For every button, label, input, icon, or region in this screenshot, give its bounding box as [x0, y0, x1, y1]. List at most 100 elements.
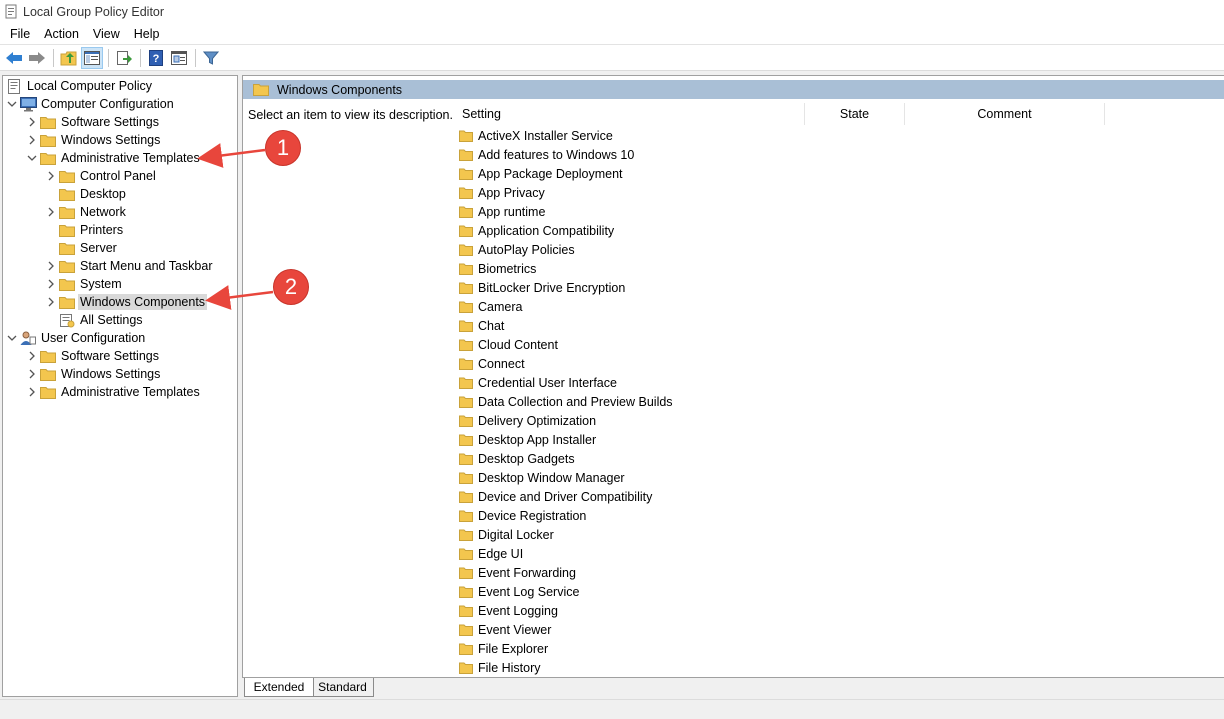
menu-view[interactable]: View — [86, 27, 127, 41]
tree-node-windows-components[interactable]: Windows Components — [44, 293, 208, 311]
chevron-right-icon[interactable] — [25, 133, 39, 147]
folder-icon — [58, 294, 76, 310]
tree-node-control-panel[interactable]: Control Panel — [44, 167, 158, 185]
folder-icon — [459, 567, 473, 579]
tree-node-label: Software Settings — [61, 115, 159, 129]
back-button[interactable] — [3, 47, 25, 69]
tab-extended[interactable]: Extended — [244, 678, 314, 697]
policy-icon — [5, 78, 23, 94]
list-item[interactable]: Credential User Interface — [459, 373, 617, 392]
list-item[interactable]: ActiveX Installer Service — [459, 126, 613, 145]
chevron-right-icon[interactable] — [44, 295, 58, 309]
help-button[interactable]: ? — [145, 47, 167, 69]
chevron-right-icon[interactable] — [25, 115, 39, 129]
list-item[interactable]: Device and Driver Compatibility — [459, 487, 652, 506]
tree-node-all-settings[interactable]: All Settings — [44, 311, 145, 329]
column-header-setting[interactable]: Setting — [461, 103, 805, 125]
chevron-right-icon[interactable] — [44, 277, 58, 291]
list-item[interactable]: Biometrics — [459, 259, 536, 278]
menu-help[interactable]: Help — [127, 27, 167, 41]
menu-file[interactable]: File — [3, 27, 37, 41]
toolbar: ? — [0, 44, 1224, 71]
tree-node-label: Desktop — [80, 187, 126, 201]
list-item[interactable]: Desktop App Installer — [459, 430, 596, 449]
list-item[interactable]: Data Collection and Preview Builds — [459, 392, 673, 411]
list-item[interactable]: Camera — [459, 297, 522, 316]
tree-node-system[interactable]: System — [44, 275, 124, 293]
list-item[interactable]: App Package Deployment — [459, 164, 623, 183]
list-item[interactable]: Connect — [459, 354, 525, 373]
list-item[interactable]: Desktop Window Manager — [459, 468, 625, 487]
list-item[interactable]: App runtime — [459, 202, 545, 221]
tree-node-label: Control Panel — [80, 169, 156, 183]
export-list-icon — [117, 50, 132, 65]
list-item[interactable]: Cloud Content — [459, 335, 558, 354]
list-item-label: Credential User Interface — [478, 375, 617, 390]
list-item[interactable]: Add features to Windows 10 — [459, 145, 634, 164]
tree-node-computer-configuration[interactable]: Computer Configuration — [5, 95, 176, 113]
folder-icon — [459, 662, 473, 674]
folder-icon — [459, 320, 473, 332]
list-item[interactable]: File History — [459, 658, 541, 677]
menu-action[interactable]: Action — [37, 27, 86, 41]
list-item[interactable]: Event Log Service — [459, 582, 579, 601]
chevron-down-icon[interactable] — [5, 97, 19, 111]
show-hide-console-tree-button[interactable] — [81, 46, 103, 69]
list-item[interactable]: Device Registration — [459, 506, 586, 525]
tree-node-server[interactable]: Server — [44, 239, 119, 257]
chevron-placeholder — [44, 313, 58, 327]
tree-node-software-settings[interactable]: Software Settings — [25, 347, 161, 365]
list-item[interactable]: Edge UI — [459, 544, 523, 563]
tree-node-start-menu-and-taskbar[interactable]: Start Menu and Taskbar — [44, 257, 214, 275]
list-item[interactable]: Digital Locker — [459, 525, 554, 544]
list-item-label: App Package Deployment — [478, 166, 623, 181]
list-item[interactable]: App Privacy — [459, 183, 545, 202]
chevron-right-icon[interactable] — [44, 259, 58, 273]
tree-node-desktop[interactable]: Desktop — [44, 185, 128, 203]
folder-icon — [459, 624, 473, 636]
tree-node-administrative-templates[interactable]: Administrative Templates — [25, 149, 202, 167]
list-item[interactable]: Chat — [459, 316, 504, 335]
column-header-state[interactable]: State — [805, 103, 905, 125]
properties-button[interactable] — [168, 47, 190, 69]
tree-node-windows-settings[interactable]: Windows Settings — [25, 365, 162, 383]
chevron-right-icon[interactable] — [44, 169, 58, 183]
list-item[interactable]: Desktop Gadgets — [459, 449, 575, 468]
chevron-down-icon[interactable] — [5, 331, 19, 345]
list-item-label: Data Collection and Preview Builds — [478, 394, 673, 409]
folder-icon — [459, 149, 473, 161]
list-item[interactable]: AutoPlay Policies — [459, 240, 575, 259]
tree-node-printers[interactable]: Printers — [44, 221, 125, 239]
tab-standard[interactable]: Standard — [312, 678, 374, 697]
tree-node-windows-settings[interactable]: Windows Settings — [25, 131, 162, 149]
list-item[interactable]: Event Logging — [459, 601, 558, 620]
chevron-down-icon[interactable] — [25, 151, 39, 165]
filter-button[interactable] — [200, 47, 222, 69]
list-item[interactable]: Event Viewer — [459, 620, 551, 639]
folder-icon — [459, 168, 473, 180]
list-item[interactable]: Event Forwarding — [459, 563, 576, 582]
forward-arrow-icon — [29, 51, 45, 64]
list-item[interactable]: BitLocker Drive Encryption — [459, 278, 625, 297]
tree-node-network[interactable]: Network — [44, 203, 128, 221]
tree-node-software-settings[interactable]: Software Settings — [25, 113, 161, 131]
chevron-right-icon[interactable] — [25, 367, 39, 381]
chevron-placeholder — [44, 187, 58, 201]
annotation-badge-2: 2 — [273, 269, 309, 305]
console-tree[interactable]: Local Computer Policy Computer Configurat… — [2, 75, 238, 697]
list-item[interactable]: Delivery Optimization — [459, 411, 596, 430]
chevron-right-icon[interactable] — [25, 349, 39, 363]
list-item[interactable]: Application Compatibility — [459, 221, 614, 240]
tree-node-administrative-templates[interactable]: Administrative Templates — [25, 383, 202, 401]
up-one-level-button[interactable] — [58, 47, 80, 69]
toolbar-separator — [53, 48, 54, 67]
tree-node-local-computer-policy[interactable]: Local Computer Policy — [5, 77, 154, 95]
column-header-comment[interactable]: Comment — [905, 103, 1105, 125]
export-list-button[interactable] — [113, 47, 135, 69]
chevron-right-icon[interactable] — [25, 385, 39, 399]
chevron-right-icon[interactable] — [44, 205, 58, 219]
list-item[interactable]: File Explorer — [459, 639, 548, 658]
tree-node-user-configuration[interactable]: User Configuration — [5, 329, 147, 347]
forward-button[interactable] — [26, 47, 48, 69]
tree-node-label: Administrative Templates — [61, 385, 200, 399]
